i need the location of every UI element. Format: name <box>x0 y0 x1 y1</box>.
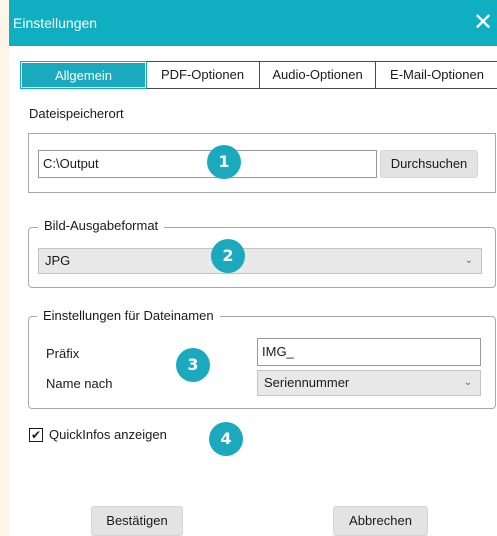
window-title: Einstellungen <box>13 15 98 31</box>
callout-badge-2: 2 <box>211 239 245 273</box>
filename-settings-legend: Einstellungen für Dateinamen <box>37 308 220 323</box>
callout-badge-4: 4 <box>209 422 243 456</box>
quickinfo-label[interactable]: QuickInfos anzeigen <box>49 427 167 442</box>
confirm-button[interactable]: Bestätigen <box>91 506 183 536</box>
tab-pdf-options[interactable]: PDF-Optionen <box>146 62 260 88</box>
image-format-select[interactable]: JPG ⌄ <box>38 248 482 274</box>
cancel-button[interactable]: Abbrechen <box>333 506 428 536</box>
prefix-input[interactable]: IMG_ <box>257 338 481 366</box>
image-format-value: JPG <box>45 253 71 268</box>
chevron-down-icon: ⌄ <box>463 377 472 388</box>
image-format-legend: Bild-Ausgabeformat <box>38 218 165 233</box>
browse-button[interactable]: Durchsuchen <box>380 150 478 178</box>
name-by-value: Seriennummer <box>264 375 350 390</box>
quickinfo-checkbox[interactable]: ✔ <box>29 428 43 442</box>
title-bar: Einstellungen ✕ <box>9 0 497 46</box>
callout-badge-3: 3 <box>176 348 210 382</box>
prefix-label: Präfix <box>46 346 80 361</box>
file-location-label: Dateispeicherort <box>29 106 124 121</box>
name-by-label: Name nach <box>46 376 113 391</box>
settings-dialog: Einstellungen ✕ Allgemein PDF-Optionen A… <box>9 0 497 536</box>
callout-badge-1: 1 <box>207 145 241 179</box>
chevron-down-icon: ⌄ <box>464 255 473 266</box>
tab-email-options[interactable]: E-Mail-Optionen <box>376 62 497 88</box>
tab-bar: Allgemein PDF-Optionen Audio-Optionen E-… <box>20 61 497 89</box>
tab-allgemein[interactable]: Allgemein <box>20 61 147 89</box>
close-icon[interactable]: ✕ <box>469 8 497 38</box>
tab-audio-options[interactable]: Audio-Optionen <box>260 62 376 88</box>
name-by-select[interactable]: Seriennummer ⌄ <box>257 370 481 396</box>
